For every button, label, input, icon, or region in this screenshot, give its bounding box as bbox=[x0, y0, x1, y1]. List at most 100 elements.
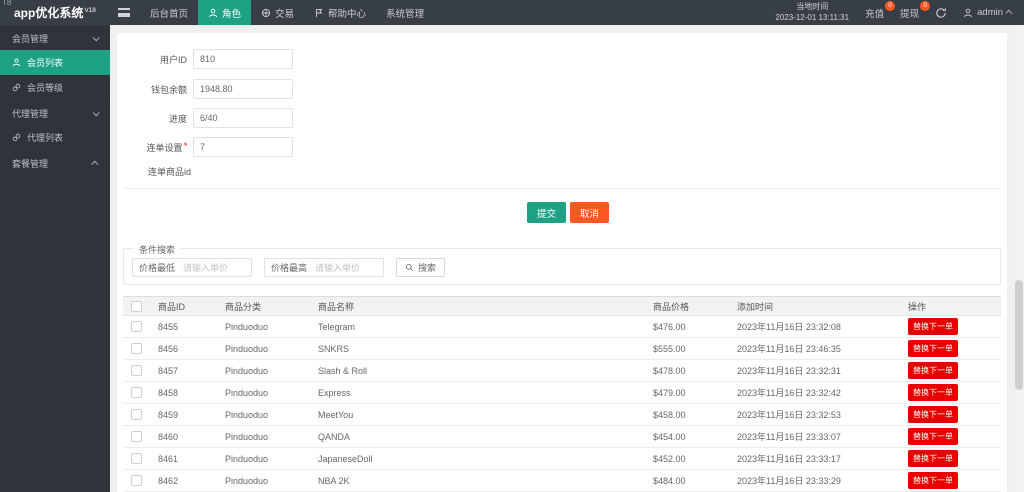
table-row: 8455 Pinduoduo Telegram $476.00 2023年11月16日 … bbox=[123, 315, 1001, 338]
nav-label: 后台首页 bbox=[150, 8, 189, 20]
row-checkbox[interactable] bbox=[131, 387, 142, 398]
local-time: 当地时间 2023-12-01 13:11:31 bbox=[775, 2, 849, 23]
table-cell-category: Pinduoduo bbox=[225, 403, 318, 426]
table-cell-category: Pinduoduo bbox=[225, 425, 318, 448]
replace-next-order-button[interactable]: 替换下一单 bbox=[908, 472, 958, 489]
search-icon bbox=[405, 263, 414, 272]
table-cell-name: NBA 2K bbox=[318, 469, 653, 492]
sidebar-group-member[interactable]: 会员管理 bbox=[0, 25, 110, 50]
table-row: 8457 Pinduoduo Slash & Roll $478.00 2023年11月… bbox=[123, 359, 1001, 382]
replace-next-order-button[interactable]: 替换下一单 bbox=[908, 428, 958, 445]
sidebar-item-member-level[interactable]: 会员等级 bbox=[0, 75, 110, 100]
table-row: 8460 Pinduoduo QANDA $454.00 2023年11月16日 23:… bbox=[123, 425, 1001, 448]
field-label: 钱包余额 bbox=[150, 84, 187, 95]
app-logo: app优化系统V18 bbox=[14, 6, 96, 20]
table-cell-added: 2023年11月16日 23:32:08 bbox=[737, 315, 908, 338]
table-cell-added: 2023年11月16日 23:33:07 bbox=[737, 425, 908, 448]
sidebar-item-agent-list[interactable]: 代理列表 bbox=[0, 125, 110, 150]
table-cell-category: Pinduoduo bbox=[225, 381, 318, 404]
table-cell-name: QANDA bbox=[318, 425, 653, 448]
corner-mark: T8 bbox=[2, 0, 12, 7]
admin-menu[interactable]: admin bbox=[963, 7, 1013, 18]
combo-setting-field[interactable] bbox=[193, 137, 293, 157]
nav-label: 角色 bbox=[222, 8, 242, 20]
sidebar-group-label: 套餐管理 bbox=[12, 158, 49, 169]
price-max-input[interactable] bbox=[315, 262, 378, 273]
products-table: 商品ID 商品分类 商品名称 商品价格 添加时间 操作 8455 Pinduodu… bbox=[123, 296, 1001, 492]
table-cell-price: $478.00 bbox=[653, 359, 737, 382]
transaction-icon bbox=[261, 8, 271, 17]
sidebar: 会员管理 会员列表 会员等级 代理管理 代理列表 套餐管理 bbox=[0, 25, 110, 492]
replace-next-order-button[interactable]: 替换下一单 bbox=[908, 362, 958, 379]
scrollbar-thumb[interactable] bbox=[1015, 280, 1023, 390]
withdraw-link[interactable]: 提现 0 bbox=[900, 0, 931, 20]
nav-item-trade[interactable]: 交易 bbox=[251, 0, 304, 25]
row-checkbox[interactable] bbox=[131, 453, 142, 464]
select-all-checkbox[interactable] bbox=[131, 300, 142, 312]
link-icon bbox=[12, 133, 21, 142]
cancel-button[interactable]: 取消 bbox=[570, 202, 610, 223]
nav-item-role[interactable]: 角色 bbox=[198, 0, 252, 25]
form-row-wallet: 钱包余额 bbox=[117, 79, 293, 99]
progress-field[interactable] bbox=[193, 108, 293, 128]
table-cell-added: 2023年11月16日 23:32:53 bbox=[737, 403, 908, 426]
row-checkbox[interactable] bbox=[131, 365, 142, 376]
row-checkbox[interactable] bbox=[131, 475, 142, 486]
nav-label: 系统管理 bbox=[386, 8, 425, 20]
search-button[interactable]: 搜索 bbox=[396, 258, 446, 277]
form-row-progress: 进度 bbox=[117, 108, 293, 128]
row-checkbox[interactable] bbox=[131, 321, 142, 332]
table-cell-id: 8456 bbox=[158, 337, 225, 360]
col-header-added: 添加时间 bbox=[737, 296, 908, 316]
field-label: 用户ID bbox=[159, 54, 187, 65]
price-min-group: 价格最低 bbox=[132, 258, 253, 277]
search-button-label: 搜索 bbox=[418, 263, 437, 273]
nav-item-system[interactable]: 系统管理 bbox=[376, 0, 434, 25]
sidebar-item-member-list[interactable]: 会员列表 bbox=[0, 50, 110, 75]
nav-item-help[interactable]: 帮助中心 bbox=[304, 0, 376, 25]
recharge-link[interactable]: 充值 0 bbox=[865, 0, 896, 20]
table-cell-price: $484.00 bbox=[653, 469, 737, 492]
sidebar-group-label: 代理管理 bbox=[12, 108, 49, 119]
withdraw-badge: 0 bbox=[920, 0, 931, 11]
row-checkbox[interactable] bbox=[131, 343, 142, 354]
replace-next-order-button[interactable]: 替换下一单 bbox=[908, 340, 958, 357]
user-id-field[interactable] bbox=[193, 49, 293, 69]
recharge-label: 充值 bbox=[865, 8, 885, 20]
replace-next-order-button[interactable]: 替换下一单 bbox=[908, 318, 958, 335]
replace-next-order-button[interactable]: 替换下一单 bbox=[908, 450, 958, 467]
table-header-row: 商品ID 商品分类 商品名称 商品价格 添加时间 操作 bbox=[123, 296, 1001, 316]
table-cell-category: Pinduoduo bbox=[225, 469, 318, 492]
nav-label: 交易 bbox=[275, 8, 295, 20]
person-icon bbox=[12, 58, 21, 67]
refresh-icon[interactable] bbox=[935, 7, 947, 19]
required-asterisk: * bbox=[183, 140, 187, 151]
search-panel-title: 条件搜索 bbox=[134, 243, 181, 256]
table-cell-id: 8462 bbox=[158, 469, 225, 492]
admin-username: admin bbox=[977, 7, 1003, 18]
table-cell-id: 8458 bbox=[158, 381, 225, 404]
form-row-combo-setting: 连单设置* bbox=[117, 137, 293, 157]
recharge-badge: 0 bbox=[885, 0, 896, 11]
col-header-price: 商品价格 bbox=[653, 296, 737, 316]
price-min-input[interactable] bbox=[183, 262, 246, 273]
table-cell-name: Express bbox=[318, 381, 653, 404]
row-checkbox[interactable] bbox=[131, 431, 142, 442]
nav-item-home[interactable]: 后台首页 bbox=[140, 0, 198, 25]
hamburger-icon[interactable] bbox=[118, 8, 130, 17]
row-checkbox[interactable] bbox=[131, 409, 142, 420]
topbar-right: 当地时间 2023-12-01 13:11:31 充值 0 提现 0 admin bbox=[775, 0, 1024, 23]
wallet-balance-field[interactable] bbox=[193, 79, 293, 99]
table-cell-price: $454.00 bbox=[653, 425, 737, 448]
sidebar-group-agent[interactable]: 代理管理 bbox=[0, 100, 110, 125]
price-min-label: 价格最低 bbox=[139, 263, 176, 273]
submit-button[interactable]: 提交 bbox=[527, 202, 567, 223]
withdraw-label: 提现 bbox=[900, 8, 920, 20]
table-row: 8456 Pinduoduo SNKRS $555.00 2023年11月16日 23:… bbox=[123, 337, 1001, 360]
replace-next-order-button[interactable]: 替换下一单 bbox=[908, 384, 958, 401]
replace-next-order-button[interactable]: 替换下一单 bbox=[908, 406, 958, 423]
sidebar-group-package[interactable]: 套餐管理 bbox=[0, 150, 110, 175]
table-cell-added: 2023年11月16日 23:46:35 bbox=[737, 337, 908, 360]
person-icon bbox=[208, 8, 218, 17]
table-cell-id: 8459 bbox=[158, 403, 225, 426]
